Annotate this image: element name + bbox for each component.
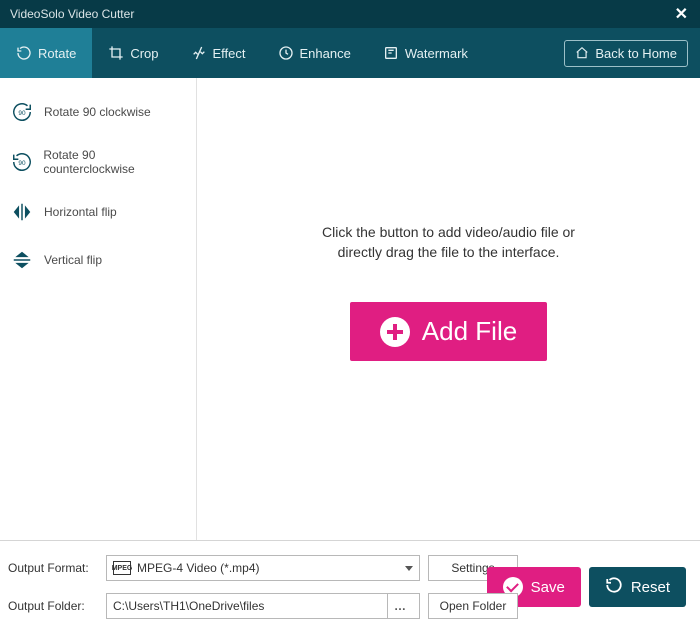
tab-effect[interactable]: Effect bbox=[175, 28, 262, 78]
close-icon[interactable]: ✕ bbox=[671, 4, 692, 24]
main-panel: Click the button to add video/audio file… bbox=[197, 78, 700, 540]
reset-label: Reset bbox=[631, 579, 670, 596]
rotate-ccw-icon: 90 bbox=[10, 150, 33, 174]
hint-line2: directly drag the file to the interface. bbox=[322, 243, 575, 263]
save-label: Save bbox=[531, 579, 565, 596]
sidebar-item-hflip[interactable]: Horizontal flip bbox=[0, 188, 196, 236]
mpeg-badge-icon: MPEG bbox=[113, 561, 131, 575]
output-format-label: Output Format: bbox=[8, 561, 98, 575]
horizontal-flip-icon bbox=[10, 200, 34, 224]
output-folder-field[interactable]: C:\Users\TH1\OneDrive\files … bbox=[106, 593, 420, 619]
crop-icon bbox=[108, 45, 124, 61]
sidebar-item-label: Rotate 90 clockwise bbox=[44, 105, 151, 119]
back-to-home-label: Back to Home bbox=[595, 46, 677, 61]
sidebar-item-label: Vertical flip bbox=[44, 253, 102, 267]
tab-rotate[interactable]: Rotate bbox=[0, 28, 92, 78]
tab-crop[interactable]: Crop bbox=[92, 28, 174, 78]
output-format-value: MPEG-4 Video (*.mp4) bbox=[137, 561, 260, 575]
browse-folder-button[interactable]: … bbox=[387, 594, 413, 618]
tab-label: Crop bbox=[130, 46, 158, 61]
watermark-icon bbox=[383, 45, 399, 61]
sidebar-item-vflip[interactable]: Vertical flip bbox=[0, 236, 196, 284]
tab-label: Effect bbox=[213, 46, 246, 61]
back-to-home-button[interactable]: Back to Home bbox=[564, 40, 688, 67]
titlebar: VideoSolo Video Cutter ✕ bbox=[0, 0, 700, 28]
sidebar-item-rotate-ccw[interactable]: 90 Rotate 90 counterclockwise bbox=[0, 136, 196, 188]
output-folder-value: C:\Users\TH1\OneDrive\files bbox=[113, 599, 264, 613]
reset-icon bbox=[605, 576, 623, 598]
svg-text:90: 90 bbox=[18, 160, 26, 167]
drop-hint: Click the button to add video/audio file… bbox=[322, 223, 575, 262]
plus-icon bbox=[380, 317, 410, 347]
add-file-button[interactable]: Add File bbox=[350, 302, 547, 361]
home-icon bbox=[575, 46, 589, 60]
sidebar: 90 Rotate 90 clockwise 90 Rotate 90 coun… bbox=[0, 78, 197, 540]
open-folder-button[interactable]: Open Folder bbox=[428, 593, 518, 619]
content: 90 Rotate 90 clockwise 90 Rotate 90 coun… bbox=[0, 78, 700, 540]
enhance-icon bbox=[278, 45, 294, 61]
tab-label: Watermark bbox=[405, 46, 468, 61]
rotate-cw-icon: 90 bbox=[10, 100, 34, 124]
output-format-select[interactable]: MPEG MPEG-4 Video (*.mp4) bbox=[106, 555, 420, 581]
svg-text:90: 90 bbox=[18, 110, 26, 117]
tab-watermark[interactable]: Watermark bbox=[367, 28, 484, 78]
rotate-icon bbox=[16, 45, 32, 61]
reset-button[interactable]: Reset bbox=[589, 567, 686, 607]
output-folder-label: Output Folder: bbox=[8, 599, 98, 613]
bottom-bar: Output Format: MPEG MPEG-4 Video (*.mp4)… bbox=[0, 540, 700, 620]
tab-label: Rotate bbox=[38, 46, 76, 61]
tab-enhance[interactable]: Enhance bbox=[262, 28, 367, 78]
sidebar-item-label: Horizontal flip bbox=[44, 205, 117, 219]
effect-icon bbox=[191, 45, 207, 61]
add-file-label: Add File bbox=[422, 316, 517, 347]
sidebar-item-rotate-cw[interactable]: 90 Rotate 90 clockwise bbox=[0, 88, 196, 136]
tabbar: Rotate Crop Effect Enhance W bbox=[0, 28, 700, 78]
vertical-flip-icon bbox=[10, 248, 34, 272]
chevron-down-icon bbox=[405, 566, 413, 571]
app-title: VideoSolo Video Cutter bbox=[10, 7, 134, 21]
hint-line1: Click the button to add video/audio file… bbox=[322, 223, 575, 243]
tab-label: Enhance bbox=[300, 46, 351, 61]
sidebar-item-label: Rotate 90 counterclockwise bbox=[43, 148, 186, 176]
